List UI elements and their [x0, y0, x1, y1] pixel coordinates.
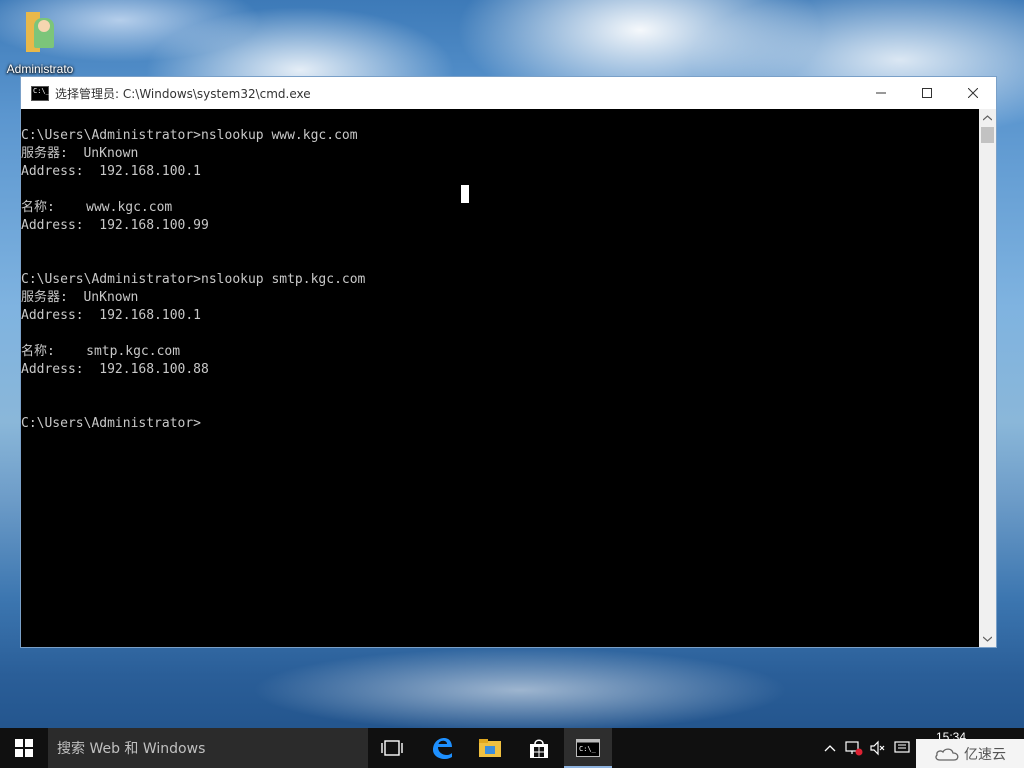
network-icon [845, 741, 863, 756]
chevron-up-icon [983, 114, 992, 120]
chevron-up-icon [824, 745, 836, 752]
text-cursor [461, 185, 469, 203]
cloud-icon [935, 747, 959, 761]
console-line: Address: 192.168.100.88 [21, 362, 209, 377]
scroll-down-button[interactable] [979, 630, 996, 647]
svg-text:C:\_: C:\_ [579, 745, 597, 753]
console-line: C:\Users\Administrator> [21, 416, 202, 431]
network-button[interactable] [842, 728, 866, 768]
minimize-button[interactable] [858, 77, 904, 109]
windows-logo-icon [15, 739, 33, 757]
notification-icon [894, 741, 910, 753]
console-line: C:\Users\Administrator>nslookup smtp.kgc… [21, 272, 366, 287]
console-line: Address: 192.168.100.1 [21, 308, 202, 323]
cmd-window[interactable]: 选择管理员: C:\Windows\system32\cmd.exe C:\Us… [20, 76, 997, 648]
search-placeholder: 搜索 Web 和 Windows [57, 741, 206, 757]
system-tray [818, 728, 914, 768]
cmd-icon: C:\_ [576, 739, 600, 757]
window-title: 选择管理员: C:\Windows\system32\cmd.exe [55, 86, 311, 101]
console-line: Address: 192.168.100.99 [21, 218, 209, 233]
console-output[interactable]: C:\Users\Administrator>nslookup www.kgc.… [21, 109, 980, 647]
start-button[interactable] [0, 728, 48, 768]
taskbar: 搜索 Web 和 Windows C:\_ 15:34 [0, 728, 1024, 768]
desktop-icon-label: Administrato [6, 62, 74, 76]
watermark-logo: 亿速云 [916, 739, 1024, 768]
console-line: Address: 192.168.100.1 [21, 164, 202, 179]
cmd-app-icon [31, 85, 50, 101]
console-line: C:\Users\Administrator>nslookup www.kgc.… [21, 128, 358, 143]
watermark-text: 亿速云 [964, 746, 1006, 763]
minimize-icon [876, 92, 886, 94]
chevron-down-icon [983, 636, 992, 642]
action-center-button[interactable] [890, 728, 914, 768]
store-icon [530, 739, 548, 758]
vertical-scrollbar[interactable] [979, 109, 996, 647]
search-box[interactable]: 搜索 Web 和 Windows [48, 728, 368, 768]
maximize-icon [922, 88, 932, 98]
show-hidden-icons-button[interactable] [818, 728, 842, 768]
user-folder-icon [24, 12, 56, 52]
console-line: 名称: www.kgc.com [21, 200, 173, 215]
maximize-button[interactable] [904, 77, 950, 109]
console-line: 服务器: UnKnown [21, 146, 139, 161]
close-icon [968, 88, 978, 98]
edge-browser-button[interactable] [418, 728, 466, 768]
task-view-button[interactable] [368, 728, 416, 768]
cmd-taskbar-button[interactable]: C:\_ [564, 728, 612, 768]
edge-icon [433, 738, 452, 759]
file-explorer-icon [479, 739, 501, 757]
window-titlebar[interactable]: 选择管理员: C:\Windows\system32\cmd.exe [21, 77, 996, 109]
volume-muted-icon [870, 740, 885, 756]
task-view-icon [381, 740, 403, 756]
volume-button[interactable] [866, 728, 890, 768]
scroll-thumb[interactable] [981, 127, 994, 143]
console-line: 名称: smtp.kgc.com [21, 344, 181, 359]
file-explorer-button[interactable] [466, 728, 514, 768]
desktop-icon-administrator[interactable]: Administrato [2, 8, 78, 76]
close-button[interactable] [950, 77, 996, 109]
store-button[interactable] [515, 728, 563, 768]
scroll-up-button[interactable] [979, 109, 996, 126]
console-line: 服务器: UnKnown [21, 290, 139, 305]
